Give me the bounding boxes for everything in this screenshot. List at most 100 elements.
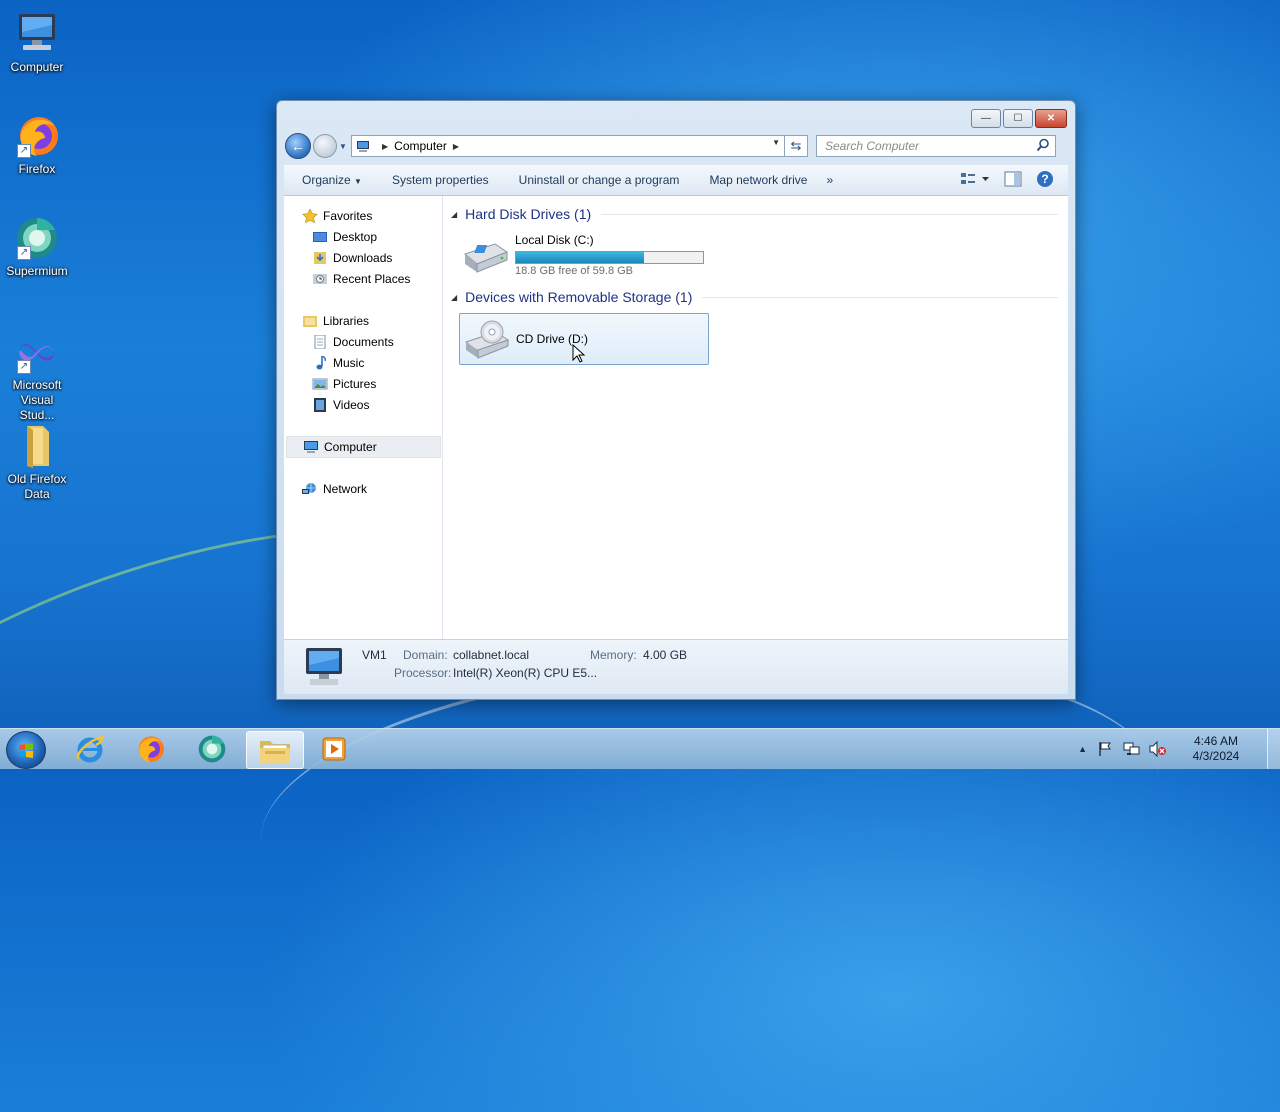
- svg-text:?: ?: [1041, 172, 1048, 186]
- desktop-icon-label: Microsoft Visual Stud...: [12, 378, 62, 422]
- show-desktop-button[interactable]: [1267, 729, 1280, 769]
- domain-value: collabnet.local: [453, 648, 530, 662]
- nav-computer[interactable]: Computer: [286, 436, 441, 458]
- taskbar: ▲ 4:46 AM 4/3/2024: [0, 728, 1280, 769]
- group-header-hard-disk-drives[interactable]: ◢ Hard Disk Drives (1): [451, 206, 1058, 222]
- preview-pane-icon: [1004, 171, 1022, 186]
- refresh-button[interactable]: ⇆: [785, 135, 808, 157]
- drive-name: Local Disk (C:): [515, 233, 594, 247]
- desktop-icon: [312, 230, 328, 244]
- desktop-icon-computer[interactable]: Computer: [0, 10, 74, 75]
- nav-label: Pictures: [333, 377, 377, 391]
- forward-button[interactable]: [313, 134, 337, 158]
- close-button[interactable]: ✕: [1035, 109, 1067, 128]
- action-center-flag-icon[interactable]: [1097, 741, 1113, 757]
- system-clock[interactable]: 4:46 AM 4/3/2024: [1183, 734, 1249, 764]
- search-box[interactable]: [816, 135, 1056, 157]
- help-button[interactable]: ?: [1036, 170, 1054, 191]
- system-properties-button[interactable]: System properties: [377, 173, 504, 187]
- show-hidden-icons-button[interactable]: ▲: [1078, 744, 1087, 754]
- back-button[interactable]: ←: [285, 133, 311, 159]
- uninstall-program-button[interactable]: Uninstall or change a program: [504, 173, 695, 187]
- computer-icon: [306, 648, 342, 685]
- visual-studio-icon: ↗: [13, 328, 61, 376]
- start-button[interactable]: [6, 731, 46, 769]
- group-divider: [601, 213, 1058, 215]
- nav-favorites[interactable]: Favorites: [302, 206, 458, 226]
- minimize-button[interactable]: —: [971, 109, 1001, 128]
- processor-label: Processor:: [394, 666, 452, 680]
- nav-label: Desktop: [333, 230, 378, 244]
- organize-menu-button[interactable]: Organize ▼: [284, 173, 377, 187]
- windows-logo-icon: [19, 743, 33, 758]
- nav-network[interactable]: Network: [302, 479, 458, 499]
- refresh-icon: ⇆: [790, 138, 802, 153]
- recent-pages-dropdown[interactable]: ▼: [339, 142, 349, 151]
- taskbar-media-player[interactable]: [306, 731, 362, 767]
- drive-item-local-disk-c[interactable]: Local Disk (C:) 18.8 GB free of 59.8 GB: [459, 230, 707, 280]
- breadcrumb-separator-icon[interactable]: ▶: [382, 142, 388, 151]
- change-view-button[interactable]: [960, 172, 990, 189]
- command-bar: Organize ▼ System properties Uninstall o…: [284, 165, 1068, 196]
- explorer-window: — ☐ ✕ ← ▼ ▶ Computer ▶ ▼ ⇆ Organize ▼ Sy…: [276, 100, 1076, 700]
- music-note-icon: [312, 355, 328, 370]
- shortcut-arrow-icon: ↗: [17, 144, 31, 158]
- content-pane: ◢ Hard Disk Drives (1) Local Disk (C:) 1…: [443, 196, 1068, 639]
- taskbar-windows-explorer[interactable]: [246, 731, 304, 769]
- documents-icon: [312, 334, 328, 350]
- group-divider: [702, 296, 1058, 298]
- nav-label: Music: [333, 356, 365, 370]
- breadcrumb-computer[interactable]: Computer: [394, 139, 447, 153]
- nav-libraries[interactable]: Libraries: [302, 311, 458, 331]
- clock-time: 4:46 AM: [1193, 734, 1239, 748]
- more-commands-button[interactable]: »: [822, 173, 837, 187]
- pictures-icon: [312, 377, 328, 391]
- taskbar-supermium[interactable]: [184, 731, 240, 767]
- cd-drive-icon: [464, 320, 510, 359]
- preview-pane-button[interactable]: [1004, 171, 1022, 190]
- computer-icon: [13, 10, 61, 58]
- domain-label: Domain:: [403, 648, 448, 662]
- organize-label: Organize: [302, 173, 351, 187]
- nav-label: Documents: [333, 335, 394, 349]
- group-header-removable-storage[interactable]: ◢ Devices with Removable Storage (1): [451, 289, 1058, 305]
- disk-usage-bar: [515, 251, 704, 264]
- breadcrumb-separator-icon[interactable]: ▶: [453, 142, 459, 151]
- details-pane: VM1 Domain: collabnet.local Memory: 4.00…: [284, 639, 1068, 694]
- view-options-icon: [961, 172, 989, 184]
- star-icon: [302, 208, 318, 224]
- collapse-triangle-icon[interactable]: ◢: [451, 293, 457, 302]
- media-player-icon: [322, 737, 346, 761]
- group-title: Hard Disk Drives (1): [465, 206, 592, 222]
- collapse-triangle-icon[interactable]: ◢: [451, 210, 457, 219]
- address-bar[interactable]: ▶ Computer ▶ ▼: [351, 135, 785, 157]
- drive-free-space: 18.8 GB free of 59.8 GB: [515, 265, 634, 277]
- processor-value: Intel(R) Xeon(R) CPU E5...: [453, 666, 598, 680]
- desktop-icon-supermium[interactable]: ↗ Supermium: [0, 214, 74, 279]
- memory-label: Memory:: [590, 648, 637, 662]
- mouse-cursor-icon: [572, 344, 586, 363]
- network-status-icon[interactable]: [1123, 741, 1141, 757]
- computer-icon: [303, 440, 319, 454]
- desktop-icon-label: Firefox: [18, 162, 56, 176]
- libraries-icon: [302, 314, 318, 328]
- memory-value: 4.00 GB: [643, 648, 688, 662]
- desktop-icon-firefox[interactable]: ↗ Firefox: [0, 112, 74, 177]
- map-network-drive-button[interactable]: Map network drive: [694, 173, 822, 187]
- taskbar-firefox[interactable]: [122, 731, 178, 767]
- drive-item-cd-drive-d[interactable]: CD Drive (D:): [459, 313, 709, 365]
- desktop-icon-visual-studio[interactable]: ↗ Microsoft Visual Stud...: [0, 328, 74, 423]
- group-title: Devices with Removable Storage (1): [465, 289, 693, 305]
- nav-label: Recent Places: [333, 272, 411, 286]
- navigation-bar: ← ▼ ▶ Computer ▶ ▼ ⇆: [285, 133, 1067, 159]
- taskbar-internet-explorer[interactable]: [62, 731, 118, 767]
- shortcut-arrow-icon: ↗: [17, 246, 31, 260]
- address-dropdown-icon[interactable]: ▼: [772, 138, 780, 147]
- maximize-button[interactable]: ☐: [1003, 109, 1033, 128]
- nav-label: Computer: [324, 440, 377, 454]
- desktop-icon-old-firefox-data[interactable]: Old Firefox Data: [0, 422, 74, 502]
- search-icon[interactable]: [1036, 138, 1050, 152]
- volume-muted-icon[interactable]: [1149, 741, 1167, 757]
- clock-date: 4/3/2024: [1192, 749, 1240, 763]
- search-input[interactable]: [823, 138, 1027, 154]
